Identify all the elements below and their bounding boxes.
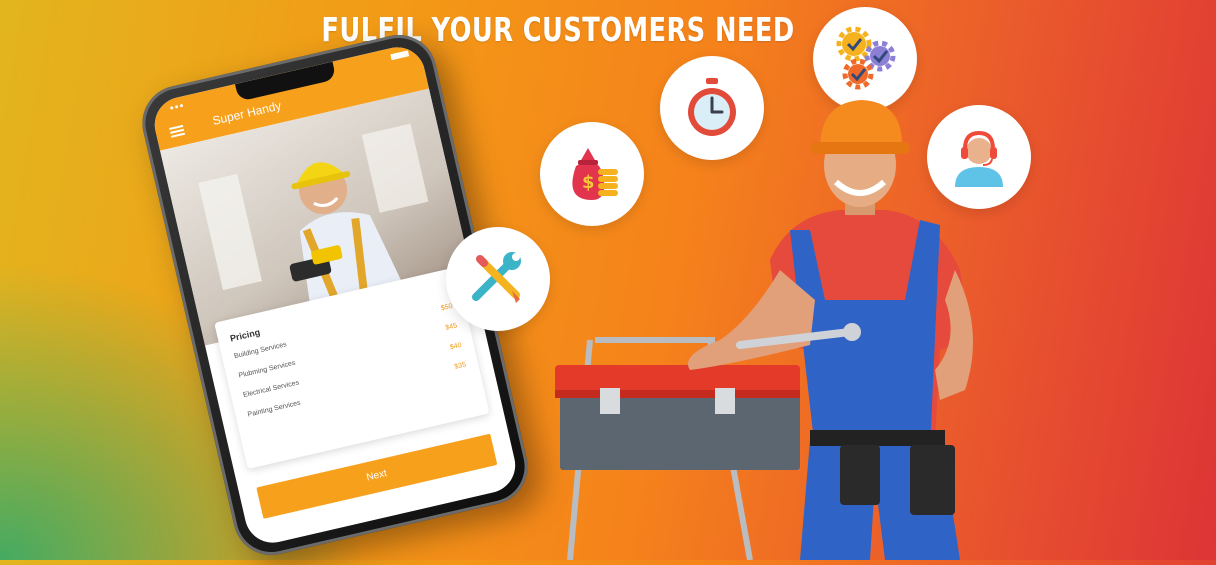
service-label: Painting Services (247, 399, 302, 419)
menu-icon[interactable] (169, 124, 186, 138)
service-price: $50 (440, 302, 454, 313)
tools-icon (446, 227, 550, 331)
service-price: $45 (444, 322, 458, 332)
service-label: Building Services (233, 341, 288, 361)
worker-illustration (540, 100, 1020, 561)
service-price: $35 (453, 361, 467, 371)
app-title: Super Handy (211, 98, 283, 128)
service-label: Plubming Services (238, 359, 297, 380)
service-price: $40 (449, 341, 463, 352)
gears-check-icon (813, 7, 917, 111)
service-label: Electrical Services (242, 379, 300, 400)
phone-mockup: Super Handy Pricing Building Services $5… (134, 27, 536, 563)
